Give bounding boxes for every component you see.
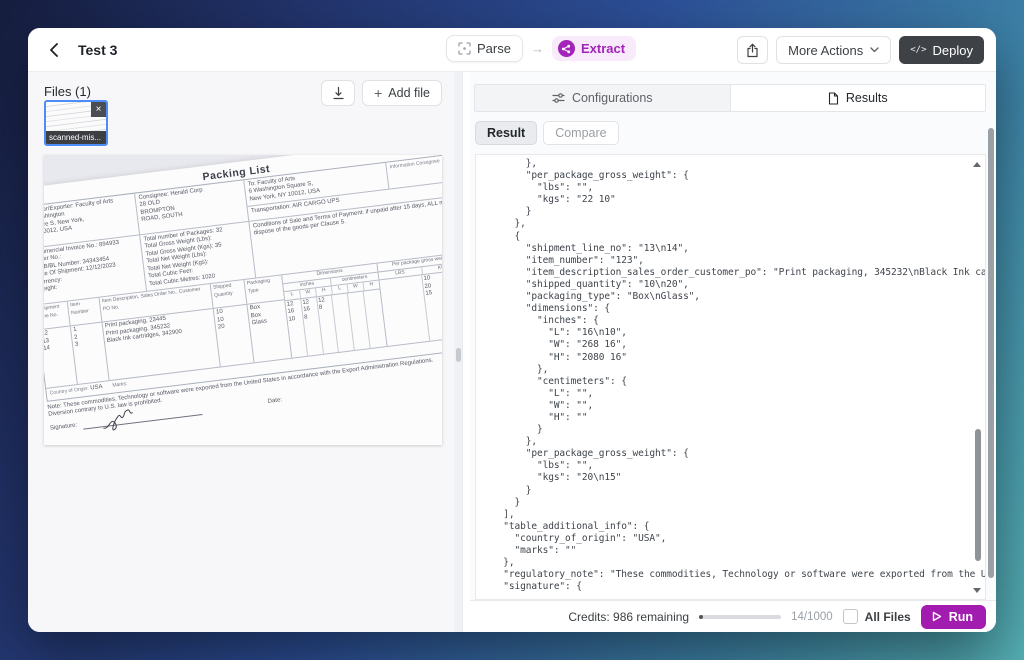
upload-share-icon <box>746 43 759 58</box>
json-result-viewer[interactable]: }, "per_package_gross_weight": { "lbs": … <box>475 154 986 600</box>
compare-view-button[interactable]: Compare <box>543 121 618 145</box>
tab-configurations-label: Configurations <box>572 91 653 105</box>
deploy-button[interactable]: </> Deploy <box>899 36 984 64</box>
more-actions-label: More Actions <box>788 43 863 58</box>
page-title: Test 3 <box>78 42 117 58</box>
extract-label: Extract <box>581 41 625 56</box>
run-label: Run <box>949 610 973 624</box>
files-actions: + Add file <box>321 80 442 106</box>
more-actions-button[interactable]: More Actions <box>776 36 891 64</box>
scan-row-pack: Box Box Glass <box>247 300 291 362</box>
divider-grip-handle[interactable] <box>456 348 461 362</box>
content-area: Files (1) + Add file × scanned-mis... Pa… <box>28 72 996 632</box>
all-files-label: All Files <box>865 610 911 624</box>
tab-results[interactable]: Results <box>730 85 986 111</box>
result-view-button[interactable]: Result <box>475 121 537 145</box>
usage-count: 14/1000 <box>791 611 833 623</box>
parse-label: Parse <box>477 41 511 56</box>
scan-row-qty: 10 10 20 <box>214 305 254 367</box>
scroll-down-arrow[interactable] <box>973 588 981 593</box>
deploy-label: Deploy <box>933 43 973 58</box>
chevron-left-icon <box>49 43 59 57</box>
file-thumbnail[interactable]: × scanned-mis... <box>44 100 108 146</box>
extract-step-button[interactable]: Extract <box>552 36 636 61</box>
scroll-up-arrow[interactable] <box>973 162 981 167</box>
app-window: Test 3 Parse → Extract <box>28 28 996 632</box>
run-button[interactable]: Run <box>921 605 986 629</box>
flow-arrow-icon: → <box>531 41 544 56</box>
scan-origin-value: USA <box>90 384 103 391</box>
extract-nodes-icon <box>558 40 575 57</box>
tab-results-label: Results <box>846 91 888 105</box>
page-scrollbar-thumb[interactable] <box>988 128 994 578</box>
top-right-actions: More Actions </> Deploy <box>737 36 984 64</box>
add-file-label: Add file <box>388 86 430 100</box>
top-bar: Test 3 Parse → Extract <box>28 28 996 72</box>
footer-bar: Credits: 986 remaining 14/1000 All Files… <box>470 600 996 632</box>
usage-progress-fill <box>699 615 703 619</box>
play-icon <box>932 611 942 622</box>
files-panel: Files (1) + Add file × scanned-mis... Pa… <box>28 72 454 632</box>
results-panel: Configurations Results Result Compare },… <box>470 72 996 632</box>
back-button[interactable] <box>40 36 68 64</box>
scan-marks-label: Marks: <box>112 381 128 390</box>
view-toggle-row: Result Compare <box>475 121 986 145</box>
parse-step-button[interactable]: Parse <box>446 35 523 62</box>
scan-icon <box>458 42 471 55</box>
panel-divider[interactable] <box>454 72 470 632</box>
scanned-page: Packing List Shipper/Exporter: Faculty o… <box>44 155 442 445</box>
files-header: Files (1) <box>44 84 91 99</box>
plus-icon: + <box>374 85 382 101</box>
pipeline-flow: Parse → Extract <box>446 35 636 62</box>
sliders-icon <box>552 92 565 104</box>
scan-date-label: Date: <box>267 397 282 406</box>
json-result-code: }, "per_package_gross_weight": { "lbs": … <box>476 154 985 600</box>
usage-progress-bar <box>699 615 781 619</box>
chevron-down-icon <box>870 47 879 53</box>
document-preview[interactable]: Packing List Shipper/Exporter: Faculty o… <box>44 155 442 445</box>
scan-col-item: Item Number <box>68 298 102 327</box>
remove-file-button[interactable]: × <box>91 102 106 117</box>
tab-configurations[interactable]: Configurations <box>475 85 730 111</box>
scan-signature-label: Signature: <box>50 422 78 433</box>
download-icon <box>332 86 345 100</box>
share-button[interactable] <box>737 36 768 64</box>
results-tabbar: Configurations Results <box>474 84 986 112</box>
document-icon <box>828 92 839 105</box>
credits-label: Credits: 986 remaining <box>568 610 689 624</box>
code-icon: </> <box>910 45 926 55</box>
code-scrollbar-thumb[interactable] <box>975 429 981 561</box>
file-name-label: scanned-mis... <box>46 131 106 144</box>
download-button[interactable] <box>321 80 355 106</box>
all-files-checkbox[interactable] <box>843 609 858 624</box>
add-file-button[interactable]: + Add file <box>362 80 442 106</box>
scan-origin-label: Country of Origin: <box>49 386 89 397</box>
